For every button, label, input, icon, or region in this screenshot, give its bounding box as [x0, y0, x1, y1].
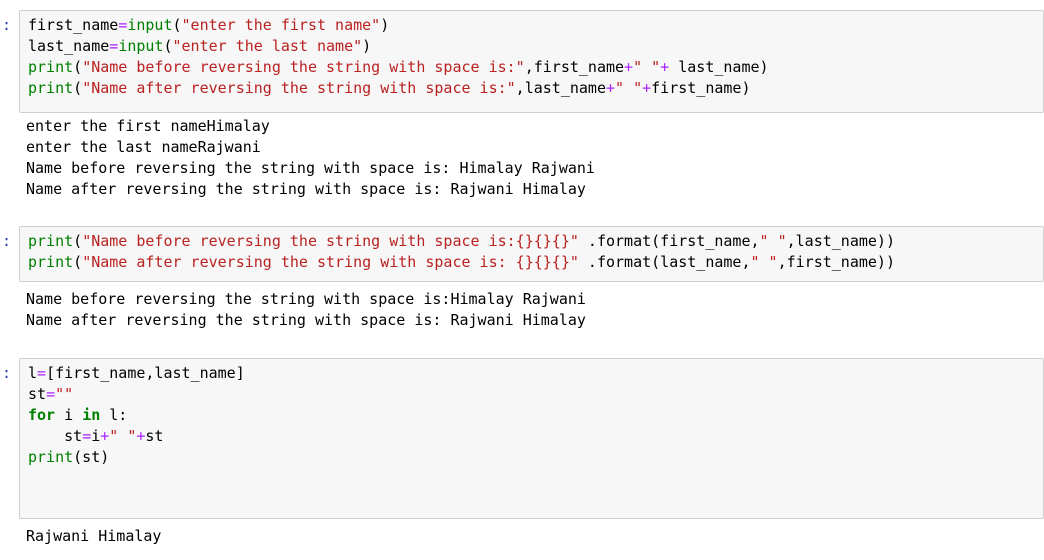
code-text: st [145, 427, 164, 445]
code-text: st [28, 385, 47, 403]
code-operator: + [100, 427, 110, 445]
code-text: first_name) [651, 79, 751, 97]
code-line: st=i+" "+st [28, 426, 1043, 447]
code-keyword: in [82, 406, 101, 424]
code-text: ( [73, 79, 83, 97]
code-text: ( [73, 253, 83, 271]
output-line: Name after reversing the string with spa… [26, 180, 586, 198]
code-line: print("Name before reversing the string … [28, 231, 1043, 252]
cell-output: enter the first nameHimalay enter the las… [26, 116, 1044, 200]
code-string: " " [750, 253, 778, 271]
code-line: for i in l: [28, 405, 1043, 426]
code-text: ) [380, 16, 390, 34]
code-line: print("Name after reversing the string w… [28, 252, 1043, 273]
code-line: print("Name after reversing the string w… [28, 78, 1043, 99]
code-text: ( [73, 232, 83, 250]
cell-output: Rajwani Himalay [26, 526, 1044, 547]
code-text: st [28, 427, 83, 445]
code-operator: = [46, 385, 56, 403]
code-builtin: print [28, 448, 74, 466]
code-string: "Name before reversing the string with s… [82, 58, 525, 76]
code-text: ,first_name [524, 58, 625, 76]
code-line: print(st) [28, 447, 1043, 468]
code-builtin: print [28, 232, 74, 250]
code-operator: + [605, 79, 616, 97]
code-builtin: print [28, 79, 74, 97]
code-builtin: print [28, 58, 74, 76]
code-text: ( [172, 16, 182, 34]
code-builtin: input [127, 16, 173, 34]
code-text: i [55, 406, 83, 424]
code-text: .format(last_name, [578, 253, 751, 271]
cell-output: Name before reversing the string with sp… [26, 289, 1044, 331]
code-line: st="" [28, 384, 1043, 405]
cell-prompt: : [2, 364, 12, 382]
code-text: l [28, 364, 38, 382]
code-operator: + [642, 79, 652, 97]
code-string: "Name before reversing the string with s… [82, 232, 579, 250]
code-text: [first_name,last_name] [46, 364, 245, 382]
code-string: "enter the last name" [172, 37, 363, 55]
code-text: ) [362, 37, 372, 55]
output-line: Rajwani Himalay [26, 527, 162, 545]
code-text: ( [163, 37, 173, 55]
cell-prompt: : [2, 16, 12, 34]
code-string: "Name after reversing the string with sp… [82, 79, 516, 97]
code-line: print("Name before reversing the string … [28, 57, 1043, 78]
code-text: ,last_name [515, 79, 606, 97]
code-builtin: input [118, 37, 164, 55]
output-line: enter the first nameHimalay [26, 117, 270, 135]
output-line: Name before reversing the string with sp… [26, 159, 595, 177]
output-line: Name before reversing the string with sp… [26, 290, 586, 308]
code-text: l: [100, 406, 128, 424]
code-string: " " [759, 232, 787, 250]
code-text: ,last_name)) [786, 232, 895, 250]
code-line: l=[first_name,last_name] [28, 363, 1043, 384]
code-text: .format(first_name, [578, 232, 760, 250]
code-text: last_name [28, 37, 110, 55]
code-line: last_name=input("enter the last name") [28, 36, 1043, 57]
code-text: (st) [73, 448, 110, 466]
code-operator: = [37, 364, 47, 382]
code-operator: = [109, 37, 119, 55]
code-builtin: print [28, 253, 74, 271]
output-line: Name after reversing the string with spa… [26, 311, 586, 329]
code-string: " " [109, 427, 137, 445]
code-input-area[interactable]: print("Name before reversing the string … [19, 226, 1044, 282]
code-text: ( [73, 58, 83, 76]
code-operator: = [82, 427, 92, 445]
code-string: "" [55, 385, 74, 403]
code-line: first_name=input("enter the first name") [28, 15, 1043, 36]
code-text: ,first_name)) [777, 253, 895, 271]
code-string: " " [615, 79, 643, 97]
code-string: " " [633, 58, 661, 76]
cell-prompt: : [2, 232, 12, 250]
code-string: "Name after reversing the string with sp… [82, 253, 579, 271]
code-input-area[interactable]: l=[first_name,last_name] st="" for i in l:… [19, 358, 1044, 519]
code-text: last_name) [669, 58, 769, 76]
code-operator: = [118, 16, 128, 34]
code-text: first_name [28, 16, 119, 34]
output-line: enter the last nameRajwani [26, 138, 261, 156]
code-keyword: for [28, 406, 56, 424]
code-operator: + [624, 58, 634, 76]
code-operator: + [660, 58, 670, 76]
code-string: "enter the first name" [181, 16, 381, 34]
code-input-area[interactable]: first_name=input("enter the first name")… [19, 10, 1044, 113]
code-text: i [91, 427, 101, 445]
